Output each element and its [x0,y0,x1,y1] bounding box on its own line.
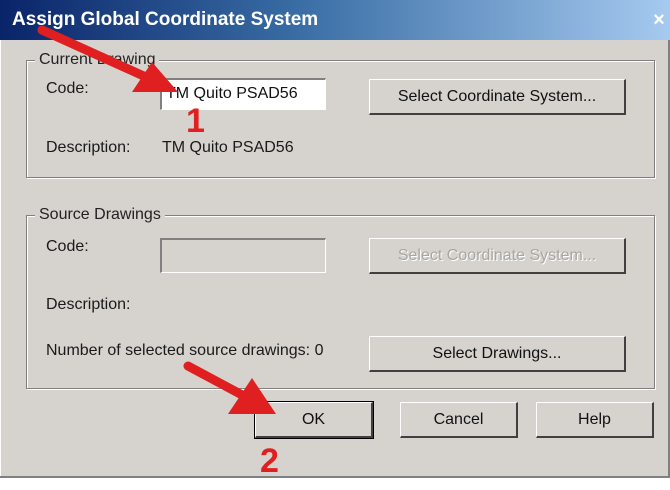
arrow-1-icon [37,25,178,92]
arrow-2-icon [183,361,276,414]
annotation-marker-2: 2 [260,442,279,480]
annotation-marker-1: 1 [186,102,205,140]
annotation-arrows [37,25,276,414]
